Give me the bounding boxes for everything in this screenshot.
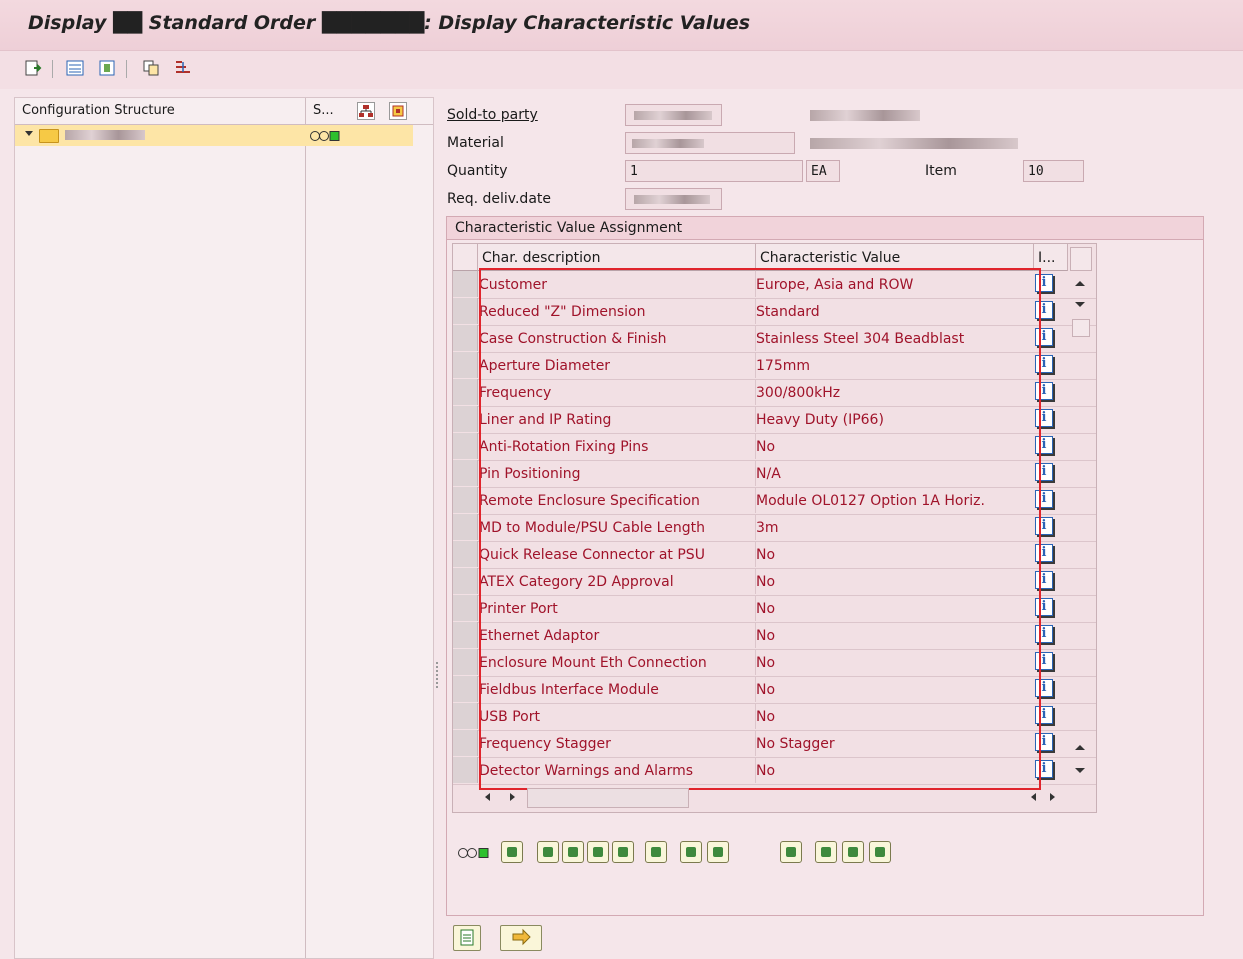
scroll-up-icon[interactable] — [1074, 743, 1086, 751]
expand-all-icon[interactable] — [66, 59, 84, 77]
row-selector[interactable] — [453, 730, 478, 756]
status-indicator — [309, 130, 345, 146]
column-settings-button[interactable] — [1070, 247, 1092, 271]
quantity-field[interactable]: 1 — [625, 160, 803, 182]
column-status[interactable]: S... — [313, 103, 334, 118]
folder-open-icon — [39, 129, 59, 143]
goto-icon[interactable] — [645, 841, 667, 863]
column-label: Char. description — [482, 250, 601, 266]
redacted-value — [634, 195, 710, 204]
group-title: Characteristic Value Assignment — [455, 220, 683, 236]
scroll-down-icon[interactable] — [1074, 767, 1086, 775]
scroll-thumb[interactable] — [1072, 319, 1090, 337]
lock-icon[interactable] — [501, 841, 523, 863]
column-label: I... — [1038, 250, 1056, 266]
copy-icon[interactable] — [142, 59, 160, 77]
settings-icon[interactable] — [389, 102, 407, 120]
continue-button[interactable] — [500, 925, 542, 951]
row-selector[interactable] — [453, 703, 478, 729]
sold-to-party-field[interactable] — [625, 104, 722, 126]
previous-page-icon[interactable] — [562, 841, 584, 863]
row-selector[interactable] — [453, 271, 478, 297]
quantity-label: Quantity — [447, 163, 508, 179]
hierarchy-icon[interactable] — [174, 59, 192, 77]
req-deliv-date-field[interactable] — [625, 188, 722, 210]
horizontal-scrollbar[interactable] — [527, 788, 689, 808]
tree-root-node[interactable] — [15, 125, 413, 146]
row-selector[interactable] — [453, 568, 478, 594]
chart-icon[interactable] — [707, 841, 729, 863]
redacted-value — [632, 139, 704, 148]
column-char-description[interactable]: Char. description — [478, 244, 756, 271]
material-label: Material — [447, 135, 504, 151]
search-icon[interactable] — [780, 841, 802, 863]
scroll-up-icon[interactable] — [1074, 279, 1086, 287]
row-selector[interactable] — [453, 487, 478, 513]
row-selector[interactable] — [453, 433, 478, 459]
column-divider — [305, 98, 306, 958]
row-selector[interactable] — [453, 406, 478, 432]
row-selector[interactable] — [453, 541, 478, 567]
status-indicator-bottom — [455, 841, 495, 867]
next-page-icon[interactable] — [587, 841, 609, 863]
unit-of-measure-field[interactable]: EA — [806, 160, 840, 182]
toolbar-separator — [52, 60, 53, 78]
transfer-icon[interactable] — [842, 841, 864, 863]
highlight-annotation — [479, 268, 1041, 790]
details-icon[interactable] — [869, 841, 891, 863]
redacted-value — [634, 111, 712, 120]
material-field[interactable] — [625, 132, 795, 154]
document-overview-button[interactable] — [453, 925, 481, 951]
configuration-structure-panel: Configuration Structure S... — [14, 97, 434, 959]
row-selector[interactable] — [453, 757, 478, 783]
row-selector[interactable] — [453, 622, 478, 648]
redacted-material — [65, 130, 145, 140]
copy-values-icon[interactable] — [815, 841, 837, 863]
column-configuration-structure[interactable]: Configuration Structure — [22, 103, 175, 118]
row-selector[interactable] — [453, 352, 478, 378]
collapse-icon[interactable] — [98, 59, 116, 77]
row-selector[interactable] — [453, 676, 478, 702]
toolbar-separator — [126, 60, 127, 78]
item-field[interactable]: 10 — [1023, 160, 1084, 182]
redacted-customer-name — [810, 110, 920, 121]
row-selector[interactable] — [453, 514, 478, 540]
title-bar: Display ██ Standard Order ███████: Displ… — [0, 0, 1243, 51]
expand-arrow-icon[interactable] — [25, 131, 33, 136]
scroll-left-right-icon[interactable] — [484, 792, 524, 802]
sold-to-party-label[interactable]: Sold-to party — [447, 107, 538, 123]
scroll-down-icon[interactable] — [1074, 301, 1086, 309]
select-all-header[interactable] — [453, 244, 478, 271]
scroll-left-right-icon[interactable] — [1030, 792, 1070, 802]
column-characteristic-value[interactable]: Characteristic Value — [756, 244, 1034, 271]
panel-splitter[interactable] — [436, 662, 438, 690]
hierarchy-view-icon[interactable] — [357, 102, 375, 120]
group-title-bar: Characteristic Value Assignment — [447, 217, 1203, 240]
column-label: Characteristic Value — [760, 250, 901, 266]
redacted-material-description — [810, 138, 1018, 149]
req-deliv-date-label: Req. deliv.date — [447, 191, 551, 207]
row-selector[interactable] — [453, 595, 478, 621]
row-selector[interactable] — [453, 298, 478, 324]
vertical-scrollbar[interactable] — [1068, 243, 1092, 809]
window-title: Display ██ Standard Order ███████: Displ… — [28, 12, 750, 34]
tree-header: Configuration Structure S... — [15, 98, 433, 958]
item-label: Item — [925, 163, 957, 179]
row-selector[interactable] — [453, 379, 478, 405]
last-page-icon[interactable] — [612, 841, 634, 863]
table-settings-icon[interactable] — [680, 841, 702, 863]
column-info[interactable]: I... — [1034, 244, 1068, 271]
row-selector[interactable] — [453, 460, 478, 486]
new-document-icon[interactable] — [24, 59, 42, 77]
row-selector[interactable] — [453, 325, 478, 351]
first-page-icon[interactable] — [537, 841, 559, 863]
application-toolbar — [0, 51, 1243, 89]
row-selector[interactable] — [453, 649, 478, 675]
